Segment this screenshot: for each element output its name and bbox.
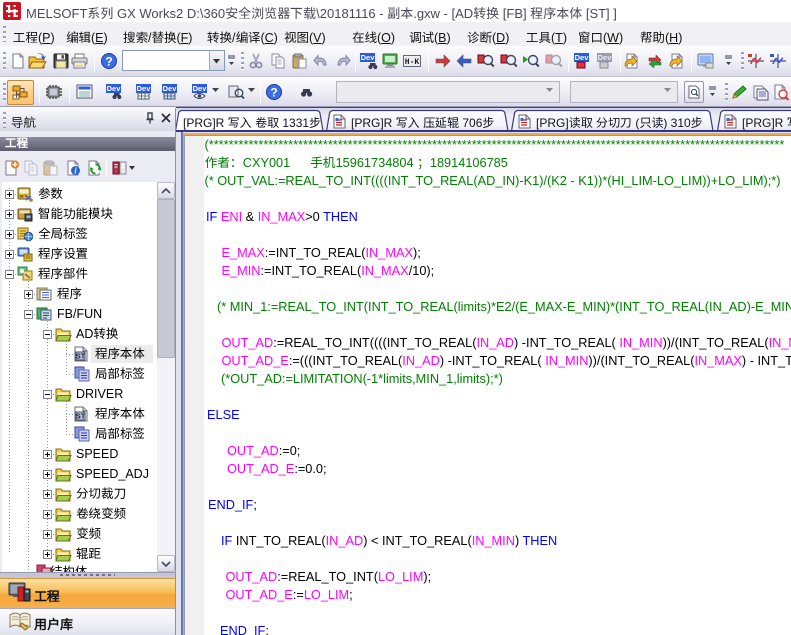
svg-text:ST: ST: [76, 412, 86, 421]
svg-text:Dev: Dev: [193, 84, 208, 93]
svg-text:Dev: Dev: [163, 84, 178, 93]
svg-text:?: ?: [270, 86, 277, 100]
svg-text:Dev: Dev: [598, 53, 613, 62]
svg-text:Dev: Dev: [575, 53, 590, 62]
svg-text:Dev: Dev: [107, 84, 122, 93]
svg-text:ST: ST: [76, 352, 86, 361]
svg-text:?: ?: [105, 55, 112, 69]
svg-text:Dev: Dev: [137, 84, 152, 93]
svg-text:Dev: Dev: [361, 53, 376, 62]
svg-text:H-K: H-K: [405, 58, 420, 67]
